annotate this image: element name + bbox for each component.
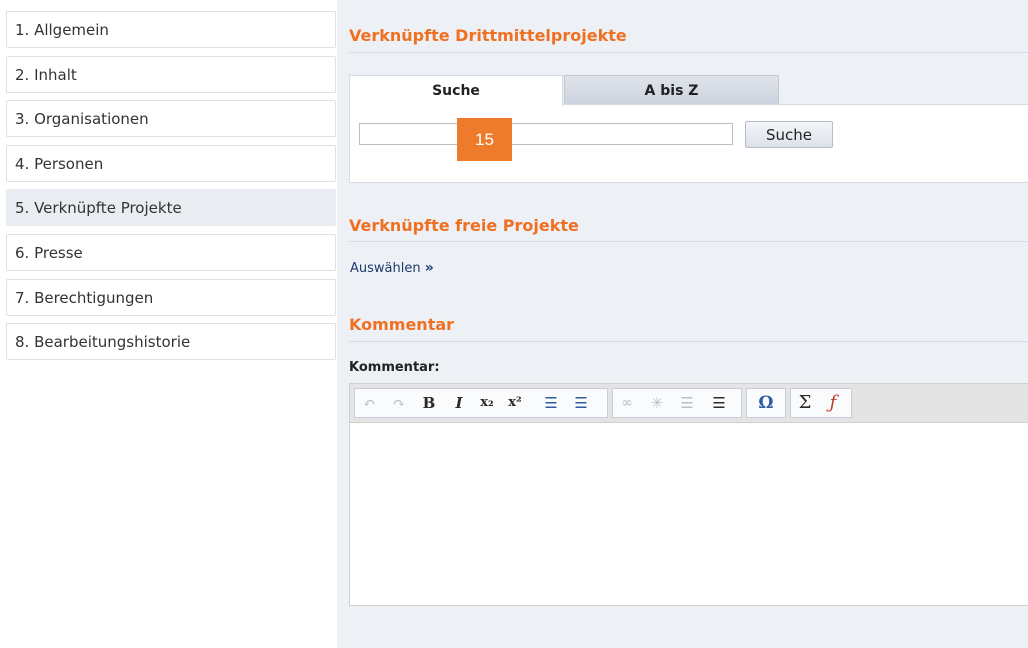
tab-a-bis-z[interactable]: A bis Z	[564, 75, 779, 105]
sidebar-item-bearbeitungshistorie[interactable]: 8. Bearbeitungshistorie	[6, 323, 336, 360]
sidebar-item-berechtigungen[interactable]: 7. Berechtigungen	[6, 279, 336, 316]
free-projects-heading: Verknüpfte freie Projekte	[349, 216, 579, 235]
link-icon[interactable]: ∞	[617, 391, 637, 415]
toolbar-group-links: ∞ ✳ ☰ ☰	[612, 388, 742, 418]
section-divider	[349, 52, 1028, 53]
toolbar-group-math: Σ ƒ	[790, 388, 852, 418]
bulleted-list-icon[interactable]: ☰	[571, 391, 591, 415]
special-char-icon[interactable]: Ω	[756, 391, 776, 415]
numbered-list-icon[interactable]: ☰	[541, 391, 561, 415]
undo-icon[interactable]: ↶	[359, 391, 379, 415]
subscript-icon[interactable]: x₂	[477, 391, 497, 415]
select-link[interactable]: Auswählen »	[350, 260, 434, 276]
bold-icon[interactable]: B	[419, 391, 439, 415]
step-badge: 15	[457, 118, 512, 161]
editor-toolbar: ↶ ↷ B I x₂ x² ☰ ☰ ∞ ✳ ☰ ☰ Ω Σ ƒ	[349, 383, 1028, 423]
toolbar-group-format: ↶ ↷ B I x₂ x² ☰ ☰	[354, 388, 608, 418]
comment-editor[interactable]	[349, 423, 1028, 606]
double-chevron-right-icon: »	[424, 260, 434, 276]
project-search-input[interactable]	[359, 123, 733, 145]
sidebar: 1. Allgemein 2. Inhalt 3. Organisationen…	[0, 0, 337, 648]
sidebar-item-organisationen[interactable]: 3. Organisationen	[6, 100, 336, 137]
sidebar-item-allgemein[interactable]: 1. Allgemein	[6, 11, 336, 48]
third-party-projects-heading: Verknüpfte Drittmittelprojekte	[349, 26, 627, 45]
comment-field-label: Kommentar:	[349, 360, 440, 375]
toolbar-group-special: Ω	[746, 388, 786, 418]
unlink-icon[interactable]: ✳	[647, 391, 667, 415]
superscript-icon[interactable]: x²	[505, 391, 525, 415]
tab-suche[interactable]: Suche	[349, 75, 563, 106]
outdent-icon[interactable]: ☰	[677, 391, 697, 415]
redo-icon[interactable]: ↷	[389, 391, 409, 415]
italic-icon[interactable]: I	[449, 391, 469, 415]
main-content: Verknüpfte Drittmittelprojekte A bis Z S…	[337, 0, 1028, 648]
section-divider	[349, 341, 1028, 342]
sidebar-item-personen[interactable]: 4. Personen	[6, 145, 336, 182]
formula-icon[interactable]: ƒ	[823, 391, 843, 415]
select-link-label[interactable]: Auswählen	[350, 261, 421, 276]
sum-icon[interactable]: Σ	[795, 391, 815, 415]
indent-icon[interactable]: ☰	[709, 391, 729, 415]
search-button[interactable]: Suche	[745, 121, 833, 148]
comment-heading: Kommentar	[349, 315, 455, 334]
sidebar-item-presse[interactable]: 6. Presse	[6, 234, 336, 271]
section-divider	[349, 241, 1028, 242]
sidebar-item-inhalt[interactable]: 2. Inhalt	[6, 56, 336, 93]
sidebar-item-verknuepfte-projekte[interactable]: 5. Verknüpfte Projekte	[6, 189, 336, 226]
